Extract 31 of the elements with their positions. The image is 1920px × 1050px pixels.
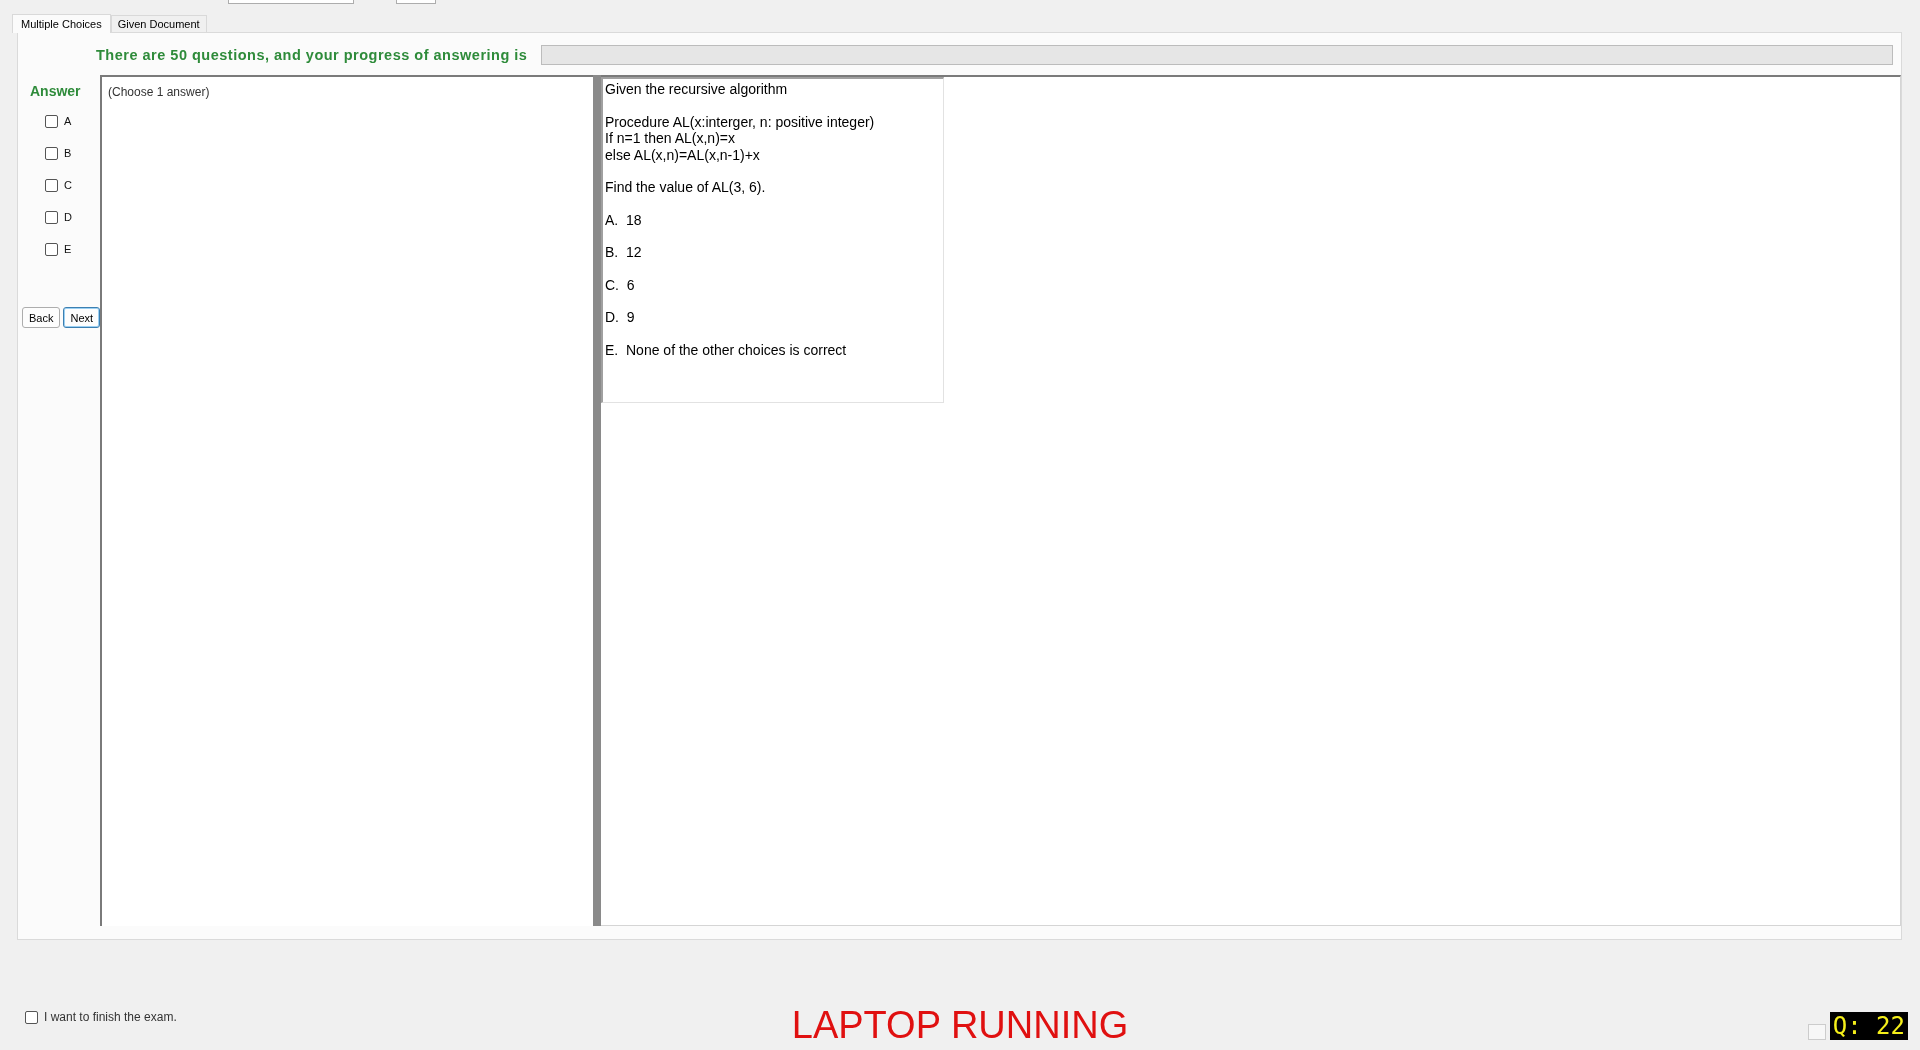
question-text: B. 12	[605, 244, 643, 261]
option-label: E	[64, 243, 72, 255]
option-label: A	[64, 115, 72, 127]
question-number: Q: 22	[1829, 1012, 1908, 1040]
question-text: A. 18	[605, 211, 643, 228]
option-label: B	[64, 147, 72, 159]
option-label: C	[64, 179, 72, 191]
checkbox[interactable]	[45, 242, 58, 256]
question-text: Procedure AL(x:interger, n: positive integer)	[605, 113, 876, 130]
question-text: C. 6	[605, 276, 636, 293]
progress-label: There are 50 questions, and your progress of answering is	[96, 47, 528, 63]
question-text: else AL(x,n)=AL(x,n-1)+x	[605, 146, 761, 163]
question-text: Given the recursive algorithm	[605, 81, 789, 98]
question-text: E. None of the other choices is correct	[605, 341, 848, 358]
finish-label: I want to finish the exam.	[44, 1010, 177, 1024]
checkbox[interactable]	[45, 178, 58, 192]
question-text: If n=1 then AL(x,n)=x	[605, 130, 736, 147]
checkbox[interactable]	[45, 146, 58, 160]
back-button[interactable]: Back	[22, 307, 61, 328]
option-label: D	[64, 211, 72, 223]
checkbox[interactable]	[25, 1010, 38, 1024]
answer-label: Answer	[30, 83, 82, 99]
tab[interactable]: Multiple Choices	[12, 14, 111, 33]
checkbox[interactable]	[45, 210, 58, 224]
tab[interactable]: Given Document	[110, 15, 207, 32]
question-text: Find the value of AL(3, 6).	[605, 179, 767, 196]
question-text: D. 9	[605, 309, 636, 326]
choose-hint: (Choose 1 answer)	[108, 85, 210, 99]
checkbox[interactable]	[45, 114, 58, 128]
next-button[interactable]: Next	[63, 307, 101, 328]
status-text: LAPTOP RUNNING	[791, 1004, 1129, 1046]
